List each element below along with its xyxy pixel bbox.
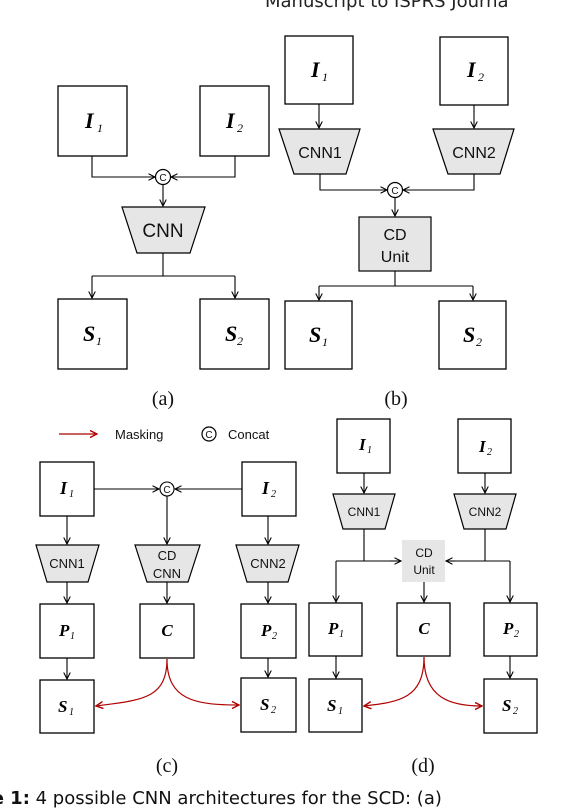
masking-arrow-to-s2 (166, 658, 239, 705)
panel-c: I 1 I 2 C CNN1 CD CNN CNN2 P 1 C P 2 S 1… (35, 461, 300, 777)
p1-subscript: 1 (339, 629, 344, 640)
panel-d: I 1 I 2 CNN1 CNN2 CD Unit P 1 C P 2 S 1 … (308, 418, 538, 777)
cnn-label: CNN (142, 221, 183, 242)
output-s2-label: S (463, 322, 475, 347)
masking-arrow-to-s1 (96, 658, 168, 706)
p2-subscript: 2 (272, 631, 277, 642)
figure-caption-number: ure 1: (0, 788, 30, 809)
i1-to-concat-arrow (91, 156, 155, 177)
cnn1-label: CNN1 (348, 505, 381, 519)
input-i1-subscript: 1 (367, 445, 372, 456)
input-i1-subscript: 1 (97, 121, 103, 135)
legend: Masking C Concat (59, 426, 270, 442)
panel-d-label: (d) (411, 755, 434, 777)
panel-b-label: (b) (384, 388, 407, 410)
legend-concat-label: Concat (228, 427, 270, 442)
legend-masking-label: Masking (115, 427, 163, 442)
change-map-c-label: C (418, 619, 430, 638)
p1-label: P (58, 621, 70, 640)
panel-a-label: (a) (152, 388, 174, 410)
cnn2-branch-line (447, 529, 510, 562)
output-s2-label: S (225, 321, 237, 346)
cnn2-label: CNN2 (452, 145, 496, 162)
cd-unit-line2: Unit (381, 249, 410, 266)
input-i2-subscript: 2 (487, 447, 492, 458)
panel-b: I 1 I 2 CNN1 CNN2 C CD Unit S 1 S 2 (b) (278, 35, 515, 410)
output-s1-label: S (58, 697, 67, 716)
cnn2-to-concat-arrow (403, 174, 475, 190)
input-i2-label: I (225, 108, 236, 133)
output-s1-subscript: 1 (69, 707, 74, 718)
figure-canvas: I 1 I 2 C CNN S 1 S 2 (a) I 1 I 2 CNN1 C… (35, 35, 538, 777)
p2-label: P (502, 619, 514, 638)
figure-caption: ure 1: 4 possible CNN architectures for … (0, 788, 442, 809)
concat-icon-glyph: C (163, 485, 170, 496)
output-s1-subscript: 1 (322, 335, 328, 349)
output-s1-subscript: 1 (96, 334, 102, 348)
cnn1-label: CNN1 (49, 556, 84, 571)
p2-subscript: 2 (514, 629, 519, 640)
input-i1-label: I (84, 108, 95, 133)
input-i1-label: I (59, 478, 68, 498)
output-s2-label: S (502, 696, 511, 715)
input-i2-label: I (261, 478, 270, 498)
output-s1-subscript: 1 (338, 706, 343, 717)
figure-caption-text: 4 possible CNN architectures for the SCD… (29, 788, 442, 809)
cd-unit-line1: CD (383, 227, 406, 244)
panel-c-label: (c) (156, 755, 178, 777)
input-i2-subscript: 2 (237, 121, 243, 135)
output-s2-subscript: 2 (271, 705, 276, 716)
cnn1-to-concat-arrow (319, 174, 387, 190)
cnn2-label: CNN2 (250, 556, 285, 571)
panel-a: I 1 I 2 C CNN S 1 S 2 (a) (57, 85, 270, 410)
cd-unit-line1: CD (415, 546, 433, 560)
cnn1-label: CNN1 (298, 145, 342, 162)
input-i2-label: I (466, 57, 477, 82)
output-s2-subscript: 2 (476, 335, 482, 349)
cnn2-label: CNN2 (469, 505, 502, 519)
output-s1-label: S (327, 696, 336, 715)
concat-icon-glyph: C (159, 173, 166, 184)
output-s1-label: S (309, 322, 321, 347)
masking-arrow-to-s2 (423, 656, 482, 706)
p1-label: P (327, 619, 339, 638)
input-i1-subscript: 1 (69, 489, 74, 500)
cd-split-line (319, 271, 473, 287)
legend-concat-glyph: C (205, 430, 212, 441)
concat-icon-glyph: C (391, 186, 398, 197)
cnn-split-line (92, 253, 235, 277)
p1-subscript: 1 (70, 631, 75, 642)
input-i2-subscript: 2 (478, 70, 484, 84)
cd-cnn-line1: CD (158, 548, 177, 563)
i2-to-concat-arrow (171, 156, 236, 177)
input-i1-subscript: 1 (322, 70, 328, 84)
output-s2-subscript: 2 (237, 334, 243, 348)
cnn1-branch-line (336, 529, 400, 562)
input-i2-subscript: 2 (271, 489, 276, 500)
output-s2-subscript: 2 (513, 706, 518, 717)
masking-arrow-to-s1 (364, 656, 425, 706)
cd-unit-line2: Unit (413, 563, 435, 577)
cd-cnn-line2: CNN (153, 566, 181, 581)
change-map-c-label: C (161, 621, 173, 640)
p2-label: P (260, 621, 272, 640)
output-s1-label: S (83, 321, 95, 346)
input-i1-label: I (310, 57, 321, 82)
output-s2-label: S (260, 695, 269, 714)
